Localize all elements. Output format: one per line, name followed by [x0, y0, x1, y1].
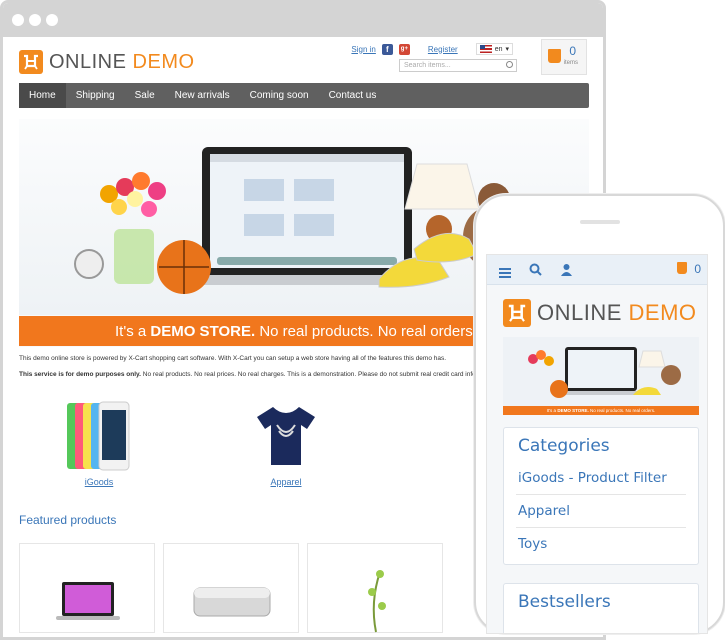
mobile-toolbar: 0: [487, 255, 707, 285]
shopping-bag-icon[interactable]: [677, 262, 687, 274]
phone-speaker: [580, 220, 620, 224]
tshirt-image: [257, 407, 315, 465]
category-igoods-link[interactable]: iGoods: [65, 477, 133, 487]
google-plus-icon[interactable]: g+: [398, 43, 410, 55]
mobile-banner-illustration: [528, 347, 681, 398]
nav-item-contact-us[interactable]: Contact us: [319, 83, 387, 108]
browser-titlebar: [3, 3, 603, 37]
category-link-apparel[interactable]: Apparel: [516, 494, 686, 527]
category-apparel[interactable]: Apparel: [251, 401, 321, 487]
mobile-banner-prefix: It's a: [546, 408, 557, 413]
register-link[interactable]: Register: [428, 45, 458, 54]
nav-item-new-arrivals[interactable]: New arrivals: [165, 83, 240, 108]
category-link-igoods-product-filter[interactable]: iGoods - Product Filter: [516, 462, 686, 494]
shopping-bag-icon: [548, 49, 561, 63]
store-description-line-2: This service is for demo purposes only. …: [19, 371, 499, 378]
cart-count: 0: [569, 44, 576, 58]
search-input[interactable]: Search items...: [399, 59, 517, 72]
header-links: Sign in f g+ Register en ▾: [351, 43, 513, 55]
window-dot-1: [12, 14, 24, 26]
menu-icon[interactable]: [499, 265, 511, 283]
bestsellers-heading: Bestsellers: [518, 592, 611, 612]
categories-heading: Categories: [518, 436, 610, 456]
us-flag-icon: [479, 45, 492, 53]
cart-logo-icon: [19, 50, 43, 74]
logo-text: ONLINE DEMO: [49, 50, 195, 73]
category-igoods[interactable]: iGoods: [65, 401, 133, 487]
laptop-product-image: [56, 582, 120, 620]
cart-logo-icon: [503, 299, 531, 327]
window-dot-3: [46, 14, 58, 26]
main-navigation: Home Shipping Sale New arrivals Coming s…: [19, 83, 589, 108]
cart-widget[interactable]: 0 items: [541, 39, 587, 75]
featured-products-heading: Featured products: [19, 513, 117, 527]
product-card[interactable]: [307, 543, 443, 633]
bestsellers-panel: Bestsellers: [503, 583, 699, 633]
mobile-logo-text: ONLINE DEMO: [537, 300, 697, 325]
user-icon[interactable]: [561, 263, 572, 281]
nav-item-sale[interactable]: Sale: [125, 83, 165, 108]
store-logo[interactable]: ONLINE DEMO: [19, 50, 195, 74]
iphone-colors-image: [67, 401, 130, 471]
demo-notice-bold: This service is for demo purposes only.: [19, 371, 141, 378]
mobile-device: 0 ONLINE DEMO It's a DEMO STORE. No real…: [474, 194, 725, 634]
product-card[interactable]: [163, 543, 299, 633]
language-selector[interactable]: en ▾: [475, 43, 513, 55]
search-icon[interactable]: [529, 263, 542, 281]
facebook-icon[interactable]: f: [381, 43, 393, 55]
window-dot-2: [29, 14, 41, 26]
banner-suffix: No real products. No real orders.: [259, 322, 477, 340]
store-description-line-1: This demo online store is powered by X-C…: [19, 355, 447, 362]
chevron-down-icon: ▾: [505, 46, 509, 53]
banner-bold: DEMO STORE.: [150, 322, 256, 340]
mobile-demo-strip: It's a DEMO STORE. No real products. No …: [503, 406, 699, 415]
categories-panel: Categories iGoods - Product Filter Appar…: [503, 427, 699, 565]
language-code: en: [494, 45, 503, 53]
mobile-store-logo[interactable]: ONLINE DEMO: [503, 299, 697, 327]
banner-prefix: It's a: [115, 322, 147, 340]
mac-mini-product-image: [193, 587, 271, 617]
search-icon[interactable]: [506, 61, 513, 68]
plant-product-image: [368, 570, 386, 633]
nav-item-coming-soon[interactable]: Coming soon: [240, 83, 319, 108]
product-card[interactable]: [19, 543, 155, 633]
demo-notice-text: No real products. No real prices. No rea…: [142, 371, 500, 378]
mobile-cart-count: 0: [694, 262, 701, 276]
category-apparel-link[interactable]: Apparel: [251, 477, 321, 487]
nav-item-home[interactable]: Home: [19, 83, 66, 108]
category-link-toys[interactable]: Toys: [516, 527, 686, 560]
mobile-banner-suffix: No real products. No real orders.: [590, 408, 656, 413]
cart-items-label: items: [563, 60, 578, 66]
sign-in-link[interactable]: Sign in: [351, 45, 375, 54]
mobile-screen: 0 ONLINE DEMO It's a DEMO STORE. No real…: [486, 254, 708, 634]
mobile-promo-banner[interactable]: It's a DEMO STORE. No real products. No …: [503, 337, 699, 415]
nav-item-shipping[interactable]: Shipping: [66, 83, 125, 108]
mobile-banner-bold: DEMO STORE.: [557, 408, 589, 413]
search-placeholder: Search items...: [404, 62, 451, 69]
